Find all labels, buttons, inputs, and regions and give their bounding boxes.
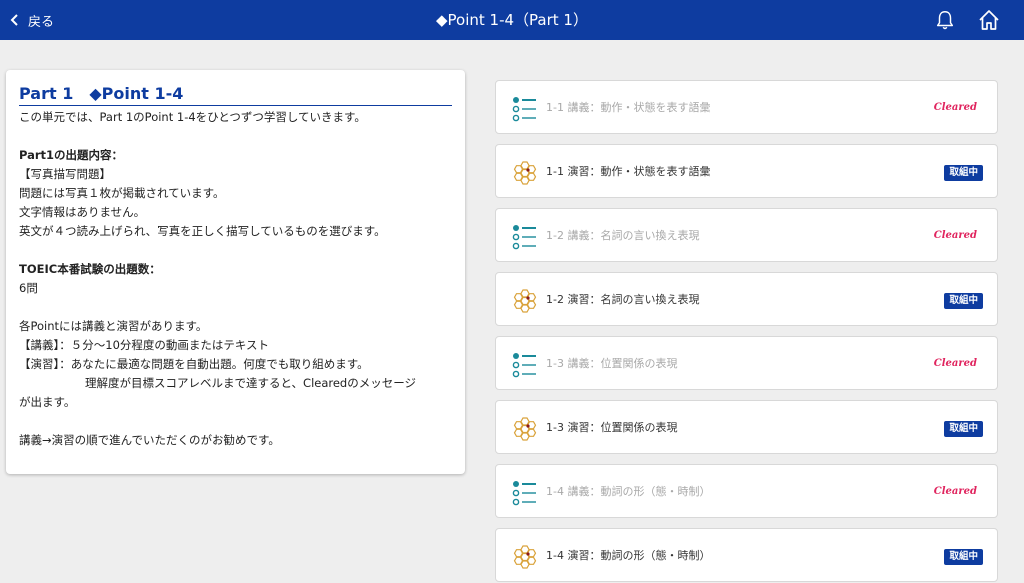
intro-line: 【講義】：５分～10分程度の動画またはテキスト [19, 338, 270, 352]
unit-label: 1-4 講義：動詞の形（態・時制） [546, 485, 711, 498]
intro-line: が出ます。 [19, 395, 76, 409]
honeycomb-icon [513, 545, 537, 569]
unit-item-7[interactable]: 1-4 講義：動詞の形（態・時制） Cleared [495, 464, 998, 518]
intro-line: 各Pointには講義と演習があります。 [19, 319, 208, 333]
unit-item-1[interactable]: 1-1 講義：動作・状態を表す語彙 Cleared [495, 80, 998, 134]
cleared-badge: Cleared [933, 230, 977, 241]
intro-line [19, 241, 459, 260]
intro-title: Part 1 ◆Point 1-4 [19, 80, 452, 106]
back-button[interactable]: 戻る [10, 0, 54, 40]
list-icon [512, 97, 536, 122]
cleared-badge: Cleared [933, 358, 977, 369]
bell-icon[interactable] [934, 9, 956, 31]
page-title: ◆Point 1-4（Part 1） [436, 11, 588, 29]
unit-item-8[interactable]: 1-4 演習：動詞の形（態・時制） 取組中 [495, 528, 998, 582]
unit-item-5[interactable]: 1-3 講義：位置関係の表現 Cleared [495, 336, 998, 390]
intro-line [19, 298, 459, 317]
intro-line: 文字情報はありません。 [19, 205, 146, 219]
home-icon[interactable] [977, 8, 1001, 32]
in-progress-badge: 取組中 [944, 549, 983, 565]
intro-line: 【演習】：あなたに最適な問題を自動出題。何度でも取り組めます。 [19, 357, 369, 371]
unit-item-3[interactable]: 1-2 講義：名詞の言い換え表現 Cleared [495, 208, 998, 262]
unit-label: 1-4 演習：動詞の形（態・時制） [546, 549, 711, 562]
intro-line: 6問 [19, 281, 38, 295]
intro-line: 理解度が目標スコアレベルまで達すると、Clearedのメッセージ [85, 376, 417, 390]
unit-label: 1-1 講義：動作・状態を表す語彙 [546, 101, 711, 114]
intro-line [19, 127, 459, 146]
unit-label: 1-3 演習：位置関係の表現 [546, 421, 678, 434]
intro-card: Part 1 ◆Point 1-4 この単元では、Part 1のPoint 1-… [6, 70, 465, 474]
unit-label: 1-1 演習：動作・状態を表す語彙 [546, 165, 711, 178]
intro-heading: TOEIC本番試験の出題数： [19, 262, 161, 276]
in-progress-badge: 取組中 [944, 421, 983, 437]
unit-item-6[interactable]: 1-3 演習：位置関係の表現 取組中 [495, 400, 998, 454]
back-label: 戻る [28, 14, 55, 30]
list-icon [512, 481, 536, 506]
cleared-badge: Cleared [933, 486, 977, 497]
in-progress-badge: 取組中 [944, 293, 983, 309]
list-icon [512, 225, 536, 250]
top-bar: 戻る ◆Point 1-4（Part 1） [0, 0, 1024, 40]
intro-line: 問題には写真１枚が掲載されています。 [19, 186, 225, 200]
honeycomb-icon [513, 161, 537, 185]
chevron-left-icon [10, 14, 18, 26]
cleared-badge: Cleared [933, 102, 977, 113]
honeycomb-icon [513, 289, 537, 313]
list-icon [512, 353, 536, 378]
intro-line: 講義→演習の順で進んでいただくのがお勧めです。 [19, 433, 280, 447]
unit-label: 1-2 演習：名詞の言い換え表現 [546, 293, 700, 306]
intro-line [19, 412, 459, 431]
unit-item-2[interactable]: 1-1 演習：動作・状態を表す語彙 取組中 [495, 144, 998, 198]
unit-item-4[interactable]: 1-2 演習：名詞の言い換え表現 取組中 [495, 272, 998, 326]
intro-line: 英文が４つ読み上げられ、写真を正しく描写しているものを選びます。 [19, 224, 386, 238]
intro-line: この単元では、Part 1のPoint 1-4をひとつずつ学習していきます。 [19, 110, 366, 124]
in-progress-badge: 取組中 [944, 165, 983, 181]
intro-heading: Part1の出題内容： [19, 148, 124, 162]
intro-line: 【写真描写問題】 [19, 167, 111, 181]
intro-body: この単元では、Part 1のPoint 1-4をひとつずつ学習していきます。 P… [19, 108, 459, 450]
unit-label: 1-3 講義：位置関係の表現 [546, 357, 678, 370]
honeycomb-icon [513, 417, 537, 441]
unit-label: 1-2 講義：名詞の言い換え表現 [546, 229, 700, 242]
